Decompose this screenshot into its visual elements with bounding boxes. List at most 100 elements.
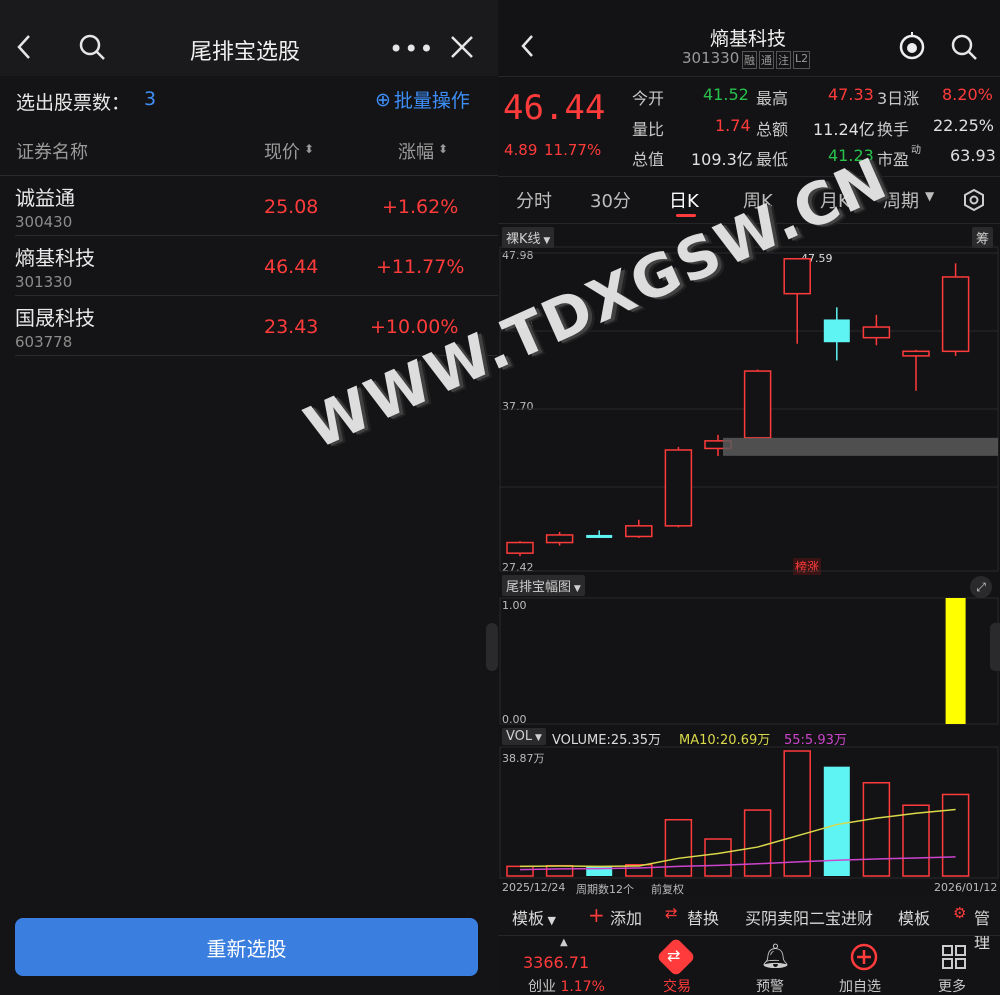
volume-bar bbox=[704, 838, 732, 877]
volume-bar bbox=[743, 809, 772, 877]
tab-daily[interactable]: 日K bbox=[669, 187, 699, 213]
formula-button[interactable]: 买阴卖阳二宝进财 bbox=[745, 905, 873, 929]
table-row[interactable]: 熵基科技 301330 46.44 +11.77% bbox=[0, 236, 498, 296]
vol-selector[interactable]: VOL ▼ bbox=[502, 728, 546, 745]
sort-icon: ⬍ bbox=[438, 142, 449, 156]
more-icon[interactable]: ••• bbox=[389, 35, 434, 63]
trade-arrow-icon: ⇄ bbox=[667, 946, 681, 965]
tag: L2 bbox=[793, 51, 811, 69]
ma10-line bbox=[519, 808, 956, 868]
stat-label: 量比 bbox=[632, 120, 665, 139]
price-band bbox=[723, 437, 998, 456]
drawer-handle[interactable] bbox=[990, 623, 1000, 671]
batch-label: 批量操作 bbox=[393, 90, 470, 112]
nav-trade[interactable]: 交易 bbox=[663, 976, 691, 995]
template-dropdown[interactable]: 模板 ▼ bbox=[512, 905, 556, 929]
candle bbox=[586, 534, 613, 538]
settings-icon[interactable] bbox=[963, 189, 985, 211]
splitter-handle[interactable] bbox=[486, 623, 498, 671]
search-icon[interactable] bbox=[950, 33, 978, 61]
divider bbox=[498, 176, 1000, 177]
indicator-label: 尾排宝幅图 bbox=[506, 580, 572, 595]
stock-code: 301330 bbox=[15, 273, 73, 291]
candle bbox=[625, 525, 653, 538]
index-name: 创业 bbox=[528, 979, 556, 995]
back-icon[interactable] bbox=[520, 34, 534, 58]
stat-amount: 11.24亿 bbox=[813, 120, 875, 139]
reselect-button[interactable]: 重新选股 bbox=[15, 918, 478, 976]
vol-label: VOL bbox=[506, 729, 533, 744]
stat-label: 换手 bbox=[877, 120, 910, 139]
stock-name: 熵基科技 bbox=[15, 246, 95, 270]
stat-label: 最高 bbox=[756, 89, 789, 108]
close-icon[interactable] bbox=[450, 35, 474, 59]
candle bbox=[902, 350, 930, 357]
dropdown-icon: ▼ bbox=[571, 584, 581, 594]
stock-title: 熵基科技 bbox=[710, 28, 787, 50]
stock-code: 301330 bbox=[682, 49, 740, 67]
stock-change: +11.77% bbox=[376, 256, 465, 278]
robot-icon[interactable] bbox=[897, 31, 927, 61]
stock-name: 诚益通 bbox=[15, 186, 75, 210]
stat-label: 3日涨 bbox=[877, 89, 920, 108]
tab-fenshi[interactable]: 分时 bbox=[516, 187, 552, 213]
stat-vr: 1.74 bbox=[715, 116, 751, 135]
stock-change: +1.62% bbox=[382, 196, 459, 218]
index-value[interactable]: 3366.71 bbox=[523, 953, 589, 972]
stat-label: 最低 bbox=[756, 150, 789, 169]
swap-icon: ⇄ bbox=[665, 904, 678, 922]
date-end: 2026/01/12 bbox=[934, 881, 998, 894]
stat-cap: 109.3亿 bbox=[691, 150, 753, 169]
stat-turnover: 22.25% bbox=[933, 116, 995, 135]
toolbar-label: 模板 bbox=[512, 909, 545, 928]
back-icon[interactable] bbox=[16, 34, 32, 60]
nav-add[interactable]: 加自选 bbox=[839, 976, 881, 995]
current-price: 46.44 bbox=[503, 88, 606, 128]
candle bbox=[862, 326, 891, 339]
stock-price: 46.44 bbox=[264, 256, 319, 278]
gear-icon: ⚙ bbox=[953, 904, 967, 922]
col-header-change[interactable]: 涨幅 ⬍ bbox=[398, 138, 448, 164]
add-circle-icon[interactable] bbox=[850, 943, 878, 971]
stat-label: 总值 bbox=[632, 150, 665, 169]
indicator-chart[interactable] bbox=[498, 596, 1000, 726]
stock-code: 300430 bbox=[15, 213, 73, 231]
expand-icon[interactable]: ⤢ bbox=[970, 576, 992, 598]
stat-label: 市盈 bbox=[877, 150, 910, 169]
tag: 融 bbox=[742, 51, 757, 69]
chart-frame bbox=[499, 597, 999, 725]
bell-icon[interactable]: 🔔︎ bbox=[760, 942, 790, 970]
adjust-mode: 前复权 bbox=[651, 883, 684, 896]
search-icon[interactable] bbox=[78, 33, 106, 61]
right-panel: 熵基科技 301330 融 通 注 L2 46.44 4.89 11.77% 今… bbox=[498, 0, 1000, 995]
col-price-label: 现价 bbox=[264, 142, 300, 163]
volume-bar bbox=[862, 781, 891, 877]
dropdown-icon: ▼ bbox=[532, 733, 542, 743]
tag: 通 bbox=[759, 51, 774, 69]
col-header-price[interactable]: 现价 ⬍ bbox=[264, 138, 314, 164]
candle bbox=[783, 258, 811, 295]
stat-3d: 8.20% bbox=[942, 85, 993, 104]
volume-bar bbox=[506, 865, 534, 877]
grid-icon[interactable] bbox=[942, 945, 966, 969]
indicator-selector[interactable]: 尾排宝幅图 ▼ bbox=[502, 575, 585, 596]
add-button[interactable]: 添加 bbox=[610, 905, 642, 929]
volume-bar bbox=[783, 750, 811, 877]
page-title: 尾排宝选股 bbox=[190, 40, 301, 65]
replace-button[interactable]: 替换 bbox=[687, 905, 719, 929]
stock-price: 25.08 bbox=[264, 196, 319, 218]
date-start: 2025/12/24 bbox=[502, 881, 566, 894]
nav-more[interactable]: 更多 bbox=[938, 976, 966, 995]
candle bbox=[506, 541, 534, 554]
stat-label-sup: 动 bbox=[911, 145, 921, 156]
volume-chart[interactable] bbox=[498, 745, 1000, 880]
indicator-bar bbox=[945, 598, 966, 724]
table-row[interactable]: 诚益通 300430 25.08 +1.62% bbox=[0, 176, 498, 236]
volume-bar bbox=[545, 864, 574, 877]
template-button[interactable]: 模板 bbox=[898, 905, 930, 929]
nav-alert[interactable]: 预警 bbox=[756, 976, 784, 995]
batch-button[interactable]: ⊕ 批量操作 bbox=[375, 86, 470, 113]
tab-30min[interactable]: 30分 bbox=[590, 187, 631, 213]
stock-code: 603778 bbox=[15, 333, 73, 351]
stat-label: 今开 bbox=[632, 89, 665, 108]
